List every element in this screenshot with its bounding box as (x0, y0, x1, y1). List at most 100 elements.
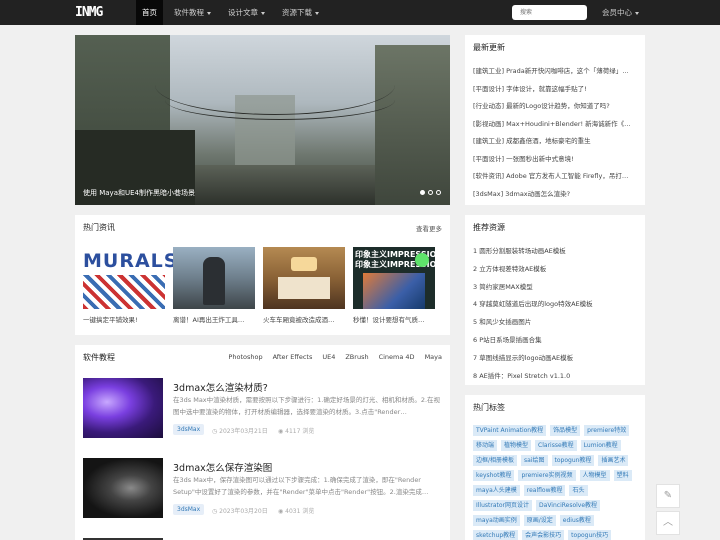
recommend-link[interactable]: 5 和风少女插画图片 (473, 316, 643, 334)
article-excerpt: 在3ds Max中渲染材质，需要按照以下步骤进行：1.确定好场景的灯光、相机和材… (173, 396, 441, 416)
recommend-link[interactable]: 2 立方体视差特效AE模板 (473, 263, 643, 281)
article-title[interactable]: 3dmax怎么渲染材质? (173, 380, 268, 394)
tag-link[interactable]: keyshot教程 (473, 470, 515, 481)
tag-link[interactable]: edius教程 (559, 515, 594, 526)
thumb-headline: MURALS (83, 247, 177, 275)
tag-link[interactable]: maya人头建模 (473, 485, 520, 496)
latest-panel: 最新更新 [建筑工业] Prada新开快闪咖啡店，这个「薄荷绿」… [平面设计]… (465, 35, 645, 205)
recommend-list: 1 圆形分割服装转场动画AE模板 2 立方体视差特效AE模板 3 简约家居MAX… (473, 245, 643, 387)
article-tag[interactable]: 3dsMax (173, 424, 205, 435)
chevron-up-icon: ︿ (663, 517, 673, 528)
news-caption: 一键搞定平铺效果! (83, 316, 138, 324)
latest-link[interactable]: [建筑工业] 成都鑫倍酒，地标豪宅的重生 (473, 135, 643, 153)
latest-link[interactable]: [影视动画] Max+Houdini+Blender! 新海诚新作《… (473, 118, 643, 136)
news-thumbnail (173, 247, 255, 309)
news-card[interactable]: 火车车厢竟被改造成酒… (263, 247, 345, 324)
article-date-text: 2023年03月20日 (219, 508, 268, 515)
top-navbar: INMG 首页 软件教程 设计文章 资源下载 会员中心 (0, 0, 720, 25)
tab-cinema-4d[interactable]: Cinema 4D (379, 353, 415, 361)
edit-button[interactable]: ✎ (656, 484, 680, 508)
latest-link[interactable]: [3dsMax] 3dmax动画怎么渲染? (473, 188, 643, 206)
tag-link[interactable]: Clarisse教程 (535, 440, 577, 451)
tag-link[interactable]: 塑料 (613, 470, 632, 481)
news-card[interactable]: 印象主义IMPRESSIONISM 印象主义IMPRESSIONISM 秒懂！设… (353, 247, 435, 324)
member-center-menu[interactable]: 会员中心 (602, 0, 639, 25)
panel-title: 推荐资源 (473, 223, 505, 232)
tag-link[interactable]: realflow教程 (523, 485, 566, 496)
article-tag[interactable]: 3dsMax (173, 504, 205, 515)
main-nav: 首页 软件教程 设计文章 资源下载 (136, 0, 330, 25)
tab-zbrush[interactable]: ZBrush (345, 353, 368, 361)
slider-dot[interactable] (436, 190, 441, 195)
nav-design-articles[interactable]: 设计文章 (222, 0, 271, 25)
latest-link[interactable]: [软件资讯] Adobe 官方发布人工智能 Firefly，吊打… (473, 170, 643, 188)
tab-ue4[interactable]: UE4 (322, 353, 335, 361)
news-card[interactable]: MURALS 一键搞定平铺效果! (83, 247, 177, 324)
recommend-link[interactable]: 8 AE插件：Pixel Stretch v1.1.0 (473, 370, 643, 388)
tag-link[interactable]: premiere实例视频 (518, 470, 576, 481)
tag-link[interactable]: 石头 (569, 485, 588, 496)
caret-down-icon (261, 11, 265, 15)
tab-after-effects[interactable]: After Effects (273, 353, 313, 361)
tag-link[interactable]: Illustrator网页设计 (473, 500, 533, 511)
tab-maya[interactable]: Maya (425, 353, 442, 361)
thumb-image-part (203, 257, 225, 305)
tag-link[interactable]: maya动画实例 (473, 515, 520, 526)
article-title[interactable]: 3dmax怎么保存渲染图 (173, 460, 272, 474)
article-date: ◷ 2023年03月20日 (212, 506, 268, 515)
tag-link[interactable]: 植物模型 (501, 440, 532, 451)
slider-dot[interactable] (428, 190, 433, 195)
tag-link[interactable]: 原画/设定 (523, 515, 556, 526)
recommend-link[interactable]: 1 圆形分割服装转场动画AE模板 (473, 245, 643, 263)
latest-link[interactable]: [建筑工业] Prada新开快闪咖啡店，这个「薄荷绿」… (473, 65, 643, 83)
recommend-link[interactable]: 3 简约家居MAX模型 (473, 281, 643, 299)
back-to-top-button[interactable]: ︿ (656, 511, 680, 535)
tag-cloud: TVPaint Animation教程 饰品模型 premiere特效 移动端 … (473, 425, 635, 540)
nav-resource-downloads[interactable]: 资源下载 (276, 0, 325, 25)
nav-home[interactable]: 首页 (136, 0, 163, 25)
site-logo[interactable]: INMG (75, 3, 103, 22)
tag-link[interactable]: sketchup教程 (473, 530, 519, 540)
tag-link[interactable]: topogun教程 (551, 455, 595, 466)
article-item[interactable]: 3dmax怎么保存渲染图 在3ds Max中，保存渲染图可以通过以下步骤完成：1… (83, 458, 443, 520)
slider-dot[interactable] (420, 190, 425, 195)
latest-link[interactable]: [平面设计] 字体设计，就靠这幅手贴了! (473, 83, 643, 101)
article-date: ◷ 2023年03月21日 (212, 426, 268, 435)
tag-link[interactable]: 饰品模型 (550, 425, 581, 436)
nav-software-tutorials[interactable]: 软件教程 (168, 0, 217, 25)
recommend-link[interactable]: 4 穿越莫虹隧道后出现的logo特效AE模板 (473, 298, 643, 316)
tag-link[interactable]: 边框/相册模板 (473, 455, 518, 466)
pencil-icon: ✎ (663, 490, 673, 501)
hero-caption[interactable]: 使用 Maya和UE4制作黑暗小巷场景 (83, 188, 195, 198)
recommend-panel: 推荐资源 1 圆形分割服装转场动画AE模板 2 立方体视差特效AE模板 3 简约… (465, 215, 645, 385)
tag-link[interactable]: 插画艺术 (598, 455, 629, 466)
news-card[interactable]: 离谱！AI再出王炸工具… (173, 247, 255, 324)
tag-link[interactable]: TVPaint Animation教程 (473, 425, 547, 436)
news-caption: 秒懂！设计要想有气质… (353, 316, 425, 324)
tag-link[interactable]: premiere特效 (584, 425, 630, 436)
latest-link[interactable]: [平面设计] 一张图秒出新中式意境! (473, 153, 643, 171)
nav-label: 资源下载 (282, 8, 312, 17)
tag-link[interactable]: DaVinciResolve教程 (536, 500, 601, 511)
tag-link[interactable]: sai绘图 (521, 455, 548, 466)
member-label: 会员中心 (602, 8, 632, 17)
panel-title: 热门标签 (473, 403, 505, 412)
recommend-link[interactable]: 6 P站日系场景插画合集 (473, 334, 643, 352)
tag-link[interactable]: 移动端 (473, 440, 498, 451)
hero-slider[interactable] (75, 35, 450, 205)
recommend-link[interactable]: 7 草图线描显示的logo动画AE模板 (473, 352, 643, 370)
tag-link[interactable]: 人物模型 (579, 470, 610, 481)
article-views-text: 4117 浏览 (285, 428, 315, 435)
search-input[interactable] (512, 5, 587, 20)
article-item[interactable]: 3dmax怎么渲染材质? 在3ds Max中渲染材质，需要按照以下步骤进行：1.… (83, 378, 443, 440)
tab-photoshop[interactable]: Photoshop (228, 353, 262, 361)
latest-link[interactable]: [行业动态] 最新的Logo设计趋势，你知道了吗? (473, 100, 643, 118)
tag-link[interactable]: topogun技巧 (568, 530, 612, 540)
news-caption: 离谱！AI再出王炸工具… (173, 316, 245, 324)
caret-down-icon (635, 11, 639, 15)
tag-link[interactable]: 会声会影技巧 (522, 530, 565, 540)
view-more-link[interactable]: 查看更多 (416, 223, 442, 233)
tag-link[interactable]: Lumion教程 (580, 440, 621, 451)
news-thumbnail (263, 247, 345, 309)
caret-down-icon (315, 11, 319, 15)
